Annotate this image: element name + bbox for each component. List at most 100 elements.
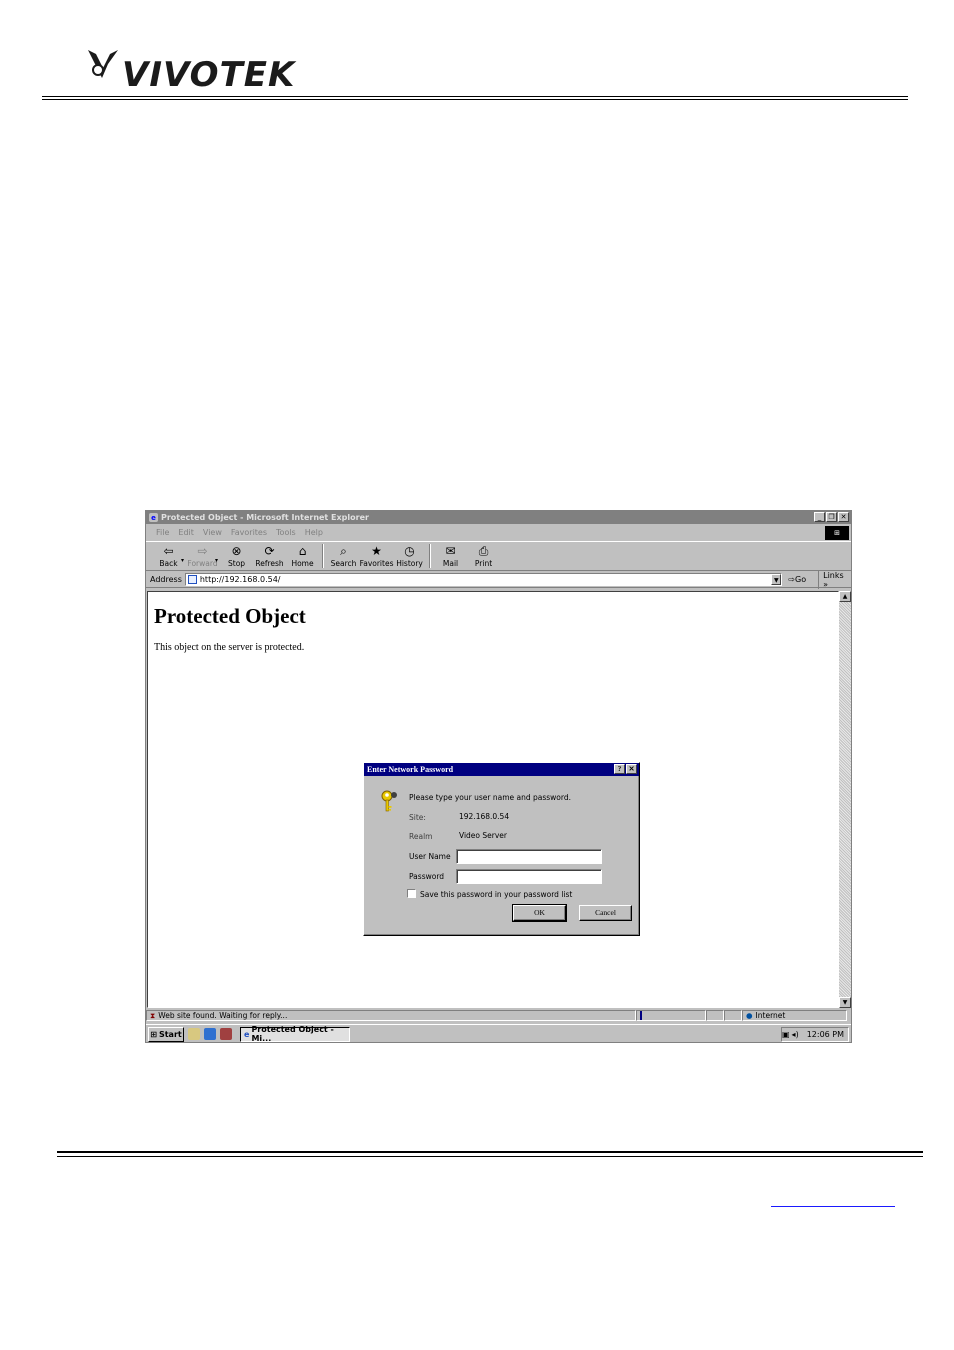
footer-rule-thin xyxy=(57,1156,923,1157)
forward-dropdown-icon[interactable]: ▾ xyxy=(215,557,218,564)
page-content: Protected Object This object on the serv… xyxy=(147,591,839,1008)
ok-button[interactable]: OK xyxy=(512,904,567,922)
back-arrow-icon: ⇦ xyxy=(163,543,174,558)
toolbar-separator xyxy=(429,544,432,568)
status-segment xyxy=(724,1010,742,1021)
password-label: Password xyxy=(409,872,445,881)
menu-bar: File Edit View Favorites Tools Help xyxy=(146,525,851,539)
quicklaunch-ie-icon[interactable] xyxy=(204,1028,216,1040)
window-titlebar: e Protected Object - Microsoft Internet … xyxy=(146,511,851,524)
footer-rule xyxy=(57,1151,923,1153)
status-text: Web site found. Waiting for reply... xyxy=(158,1011,288,1020)
menu-view[interactable]: View xyxy=(203,528,222,537)
vertical-scrollbar[interactable]: ▲ ▼ xyxy=(839,591,851,1008)
username-label: User Name xyxy=(409,852,451,861)
header-rule xyxy=(42,96,908,97)
status-text-segment: ⧗ Web site found. Waiting for reply... xyxy=(146,1010,636,1021)
progress-indicator xyxy=(640,1011,642,1020)
vivotek-logo: VIVOTEK xyxy=(86,44,295,92)
logo-mark-icon xyxy=(88,50,118,78)
toolbar-separator xyxy=(322,544,325,568)
refresh-icon: ⟳ xyxy=(264,543,275,558)
forward-arrow-icon: ⇨ xyxy=(197,543,208,558)
system-tray: ▣ ◂) 12:06 PM xyxy=(781,1027,849,1042)
password-dialog: Enter Network Password ? ✕ Please type y… xyxy=(363,762,640,936)
stop-icon: ⊗ xyxy=(231,543,242,558)
history-button[interactable]: ◷ History xyxy=(393,543,426,568)
start-button[interactable]: ⊞ Start xyxy=(148,1026,184,1042)
dialog-close-button[interactable]: ✕ xyxy=(626,764,637,774)
volume-icon[interactable]: ◂) xyxy=(792,1030,799,1039)
address-dropdown-icon[interactable]: ▼ xyxy=(771,574,782,585)
realm-label: Realm xyxy=(409,832,433,841)
menu-favorites[interactable]: Favorites xyxy=(231,528,267,537)
favorites-icon: ★ xyxy=(371,543,382,558)
go-button[interactable]: ⇨Go xyxy=(788,575,806,584)
clock: 12:06 PM xyxy=(806,1030,845,1039)
address-label: Address xyxy=(150,575,182,584)
ie-icon: e xyxy=(149,513,158,522)
network-icon: ▣ xyxy=(781,1030,790,1039)
save-password-checkbox[interactable] xyxy=(407,889,416,898)
quicklaunch-outlook-icon[interactable] xyxy=(220,1028,232,1040)
dialog-help-button[interactable]: ? xyxy=(614,764,625,774)
username-input[interactable] xyxy=(456,849,602,864)
progress-segment xyxy=(636,1010,706,1021)
zone-segment: ● Internet xyxy=(742,1010,847,1021)
print-icon: ⎙ xyxy=(478,543,489,558)
browser-window: e Protected Object - Microsoft Internet … xyxy=(145,510,852,1043)
windows-flag-icon: ⊞ xyxy=(150,1029,157,1039)
dialog-title: Enter Network Password xyxy=(367,765,454,774)
realm-value: Video Server xyxy=(459,831,507,840)
key-icon xyxy=(381,790,397,812)
page-text: This object on the server is protected. xyxy=(154,642,305,653)
toolbar: ⇦ Back ▾ ⇨ Forward ▾ ⊗ Stop ⟳ Refresh ⌂ Home … xyxy=(146,541,851,571)
search-button[interactable]: ⌕ Search xyxy=(327,544,360,568)
quicklaunch-desktop-icon[interactable] xyxy=(188,1028,200,1040)
refresh-button[interactable]: ⟳ Refresh xyxy=(253,543,286,568)
hourglass-icon: ⧗ xyxy=(150,1010,156,1020)
windows-logo-icon: ⊞ xyxy=(825,526,849,540)
header-rule-thin xyxy=(42,99,908,100)
window-title: Protected Object - Microsoft Internet Ex… xyxy=(161,513,369,522)
page-icon xyxy=(187,575,197,584)
scroll-down-icon[interactable]: ▼ xyxy=(839,997,851,1008)
mail-icon: ✉ xyxy=(445,543,456,558)
minimize-button[interactable]: _ xyxy=(814,512,825,522)
address-input[interactable]: http://192.168.0.54/ ▼ xyxy=(184,573,783,586)
password-input[interactable] xyxy=(456,869,602,884)
menu-file[interactable]: File xyxy=(156,528,169,537)
footer-link[interactable] xyxy=(771,1193,895,1207)
taskbar: ⊞ Start e Protected Object - Mi... ▣ ◂) … xyxy=(146,1024,851,1042)
status-bar: ⧗ Web site found. Waiting for reply... ●… xyxy=(146,1009,851,1022)
maximize-button[interactable]: ❐ xyxy=(826,512,837,522)
zone-text: Internet xyxy=(755,1011,786,1020)
menu-tools[interactable]: Tools xyxy=(276,528,296,537)
scroll-up-icon[interactable]: ▲ xyxy=(839,591,851,602)
ie-page-icon: e xyxy=(244,1029,250,1039)
logo-text: VIVOTEK xyxy=(122,55,296,95)
home-button[interactable]: ⌂ Home xyxy=(286,543,319,568)
site-label: Site: xyxy=(409,813,426,822)
menu-edit[interactable]: Edit xyxy=(178,528,194,537)
globe-icon: ● xyxy=(746,1011,753,1020)
cancel-button[interactable]: Cancel xyxy=(579,905,632,921)
dialog-titlebar: Enter Network Password ? ✕ xyxy=(364,763,639,776)
print-button[interactable]: ⎙ Print xyxy=(467,543,500,568)
history-icon: ◷ xyxy=(404,543,415,558)
site-value: 192.168.0.54 xyxy=(459,812,510,821)
status-segment xyxy=(706,1010,724,1021)
address-value: http://192.168.0.54/ xyxy=(199,575,281,584)
save-password-label: Save this password in your password list xyxy=(420,890,573,899)
mail-button[interactable]: ✉ Mail xyxy=(434,543,467,568)
taskbar-item-browser[interactable]: e Protected Object - Mi... xyxy=(240,1025,350,1042)
page-heading: Protected Object xyxy=(154,604,306,628)
links-button[interactable]: Links » xyxy=(818,570,851,589)
back-dropdown-icon[interactable]: ▾ xyxy=(181,557,184,564)
home-icon: ⌂ xyxy=(298,543,307,558)
dialog-prompt: Please type your user name and password. xyxy=(409,793,571,802)
close-button[interactable]: ✕ xyxy=(838,512,849,522)
stop-button[interactable]: ⊗ Stop xyxy=(220,543,253,568)
favorites-button[interactable]: ★ Favorites xyxy=(360,543,394,568)
menu-help[interactable]: Help xyxy=(305,528,323,537)
